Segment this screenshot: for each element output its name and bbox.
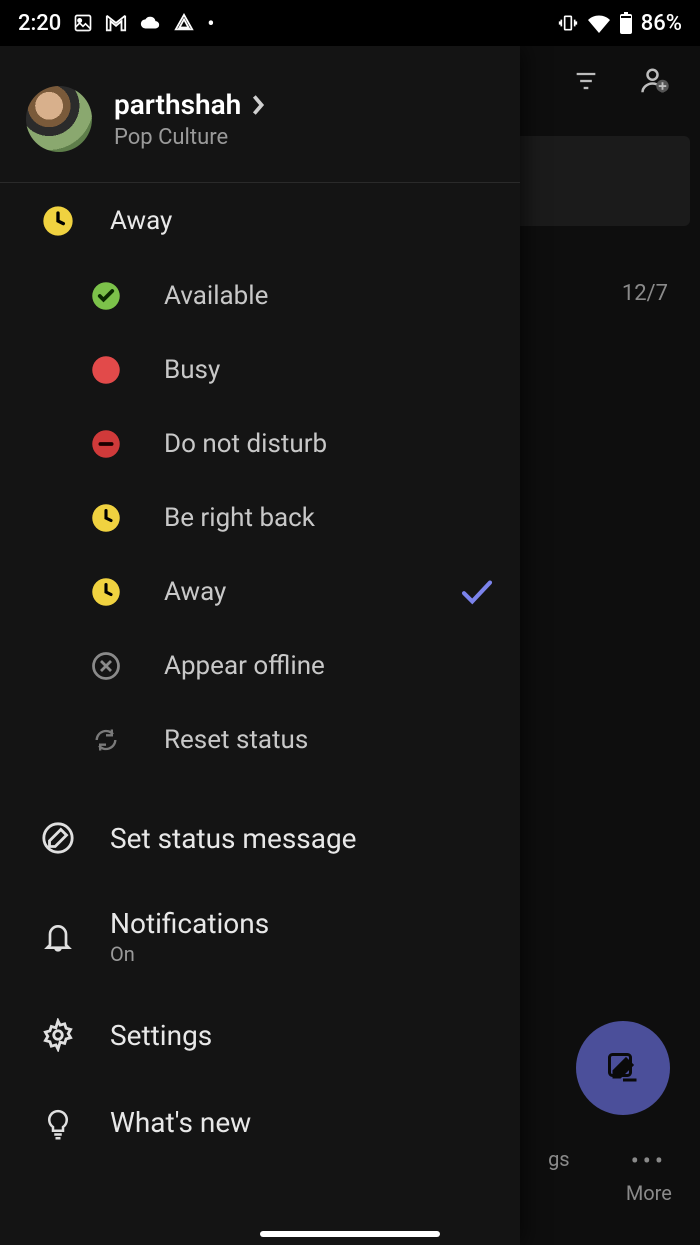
status-option-label: Be right back — [164, 503, 315, 533]
status-option-label: Away — [164, 577, 226, 607]
away-option-icon — [88, 577, 124, 607]
current-status-row[interactable]: Away — [0, 183, 520, 259]
menu-set-status-message[interactable]: Set status message — [0, 795, 520, 881]
status-option-label: Available — [164, 281, 268, 311]
more-dots-icon: ••• — [631, 1147, 667, 1175]
gear-icon — [40, 1018, 76, 1052]
gmail-icon — [105, 13, 127, 33]
wifi-icon — [587, 13, 611, 33]
image-notification-icon — [73, 13, 93, 33]
compose-fab[interactable] — [576, 1021, 670, 1115]
status-option-label: Reset status — [164, 725, 308, 755]
status-option-reset[interactable]: Reset status — [0, 703, 520, 777]
reset-icon — [88, 726, 124, 754]
battery-icon — [619, 12, 633, 34]
menu-settings[interactable]: Settings — [0, 992, 520, 1078]
away-icon — [40, 205, 76, 237]
tab-more[interactable]: ••• More — [626, 1147, 672, 1205]
menu-sublabel: On — [110, 942, 269, 966]
brb-icon — [88, 503, 124, 533]
tab-more-label: More — [626, 1181, 672, 1205]
status-option-brb[interactable]: Be right back — [0, 481, 520, 555]
add-contact-icon[interactable] — [640, 66, 670, 96]
chevron-right-icon — [251, 94, 265, 116]
menu-label: Notifications — [110, 907, 269, 940]
edit-status-icon — [40, 821, 76, 855]
status-option-dnd[interactable]: Do not disturb — [0, 407, 520, 481]
available-icon — [88, 281, 124, 311]
drive-icon — [173, 13, 195, 33]
status-option-label: Busy — [164, 355, 220, 385]
profile-header[interactable]: parthshah Pop Culture — [0, 46, 520, 183]
username: parthshah — [114, 88, 241, 121]
android-status-bar: 2:20 • 86% — [0, 0, 700, 46]
profile-subtitle: Pop Culture — [114, 125, 265, 150]
navigation-drawer: parthshah Pop Culture Away Available Bus… — [0, 46, 520, 1245]
home-indicator[interactable] — [260, 1231, 440, 1237]
battery-percent: 86% — [641, 11, 682, 36]
avatar — [26, 86, 92, 152]
menu-label: Settings — [110, 1019, 212, 1052]
status-time: 2:20 — [18, 11, 61, 36]
status-option-label: Do not disturb — [164, 429, 327, 459]
check-icon — [460, 579, 494, 605]
bulb-icon — [40, 1104, 76, 1140]
bottom-tabbar: gs ••• More — [520, 1147, 700, 1205]
tab-partial-label[interactable]: gs — [548, 1147, 570, 1205]
menu-whats-new[interactable]: What's new — [0, 1078, 520, 1166]
menu-label: Set status message — [110, 822, 357, 855]
vibrate-icon — [557, 13, 579, 33]
status-notification-icons: • — [73, 13, 214, 33]
status-option-busy[interactable]: Busy — [0, 333, 520, 407]
status-option-label: Appear offline — [164, 651, 325, 681]
menu-notifications[interactable]: Notifications On — [0, 881, 520, 992]
busy-icon — [88, 355, 124, 385]
offline-icon — [88, 651, 124, 681]
filter-icon[interactable] — [572, 67, 600, 95]
menu-label: What's new — [110, 1106, 251, 1139]
bell-icon — [40, 920, 76, 954]
current-status-label: Away — [110, 206, 172, 236]
status-option-available[interactable]: Available — [0, 259, 520, 333]
status-option-offline[interactable]: Appear offline — [0, 629, 520, 703]
dnd-icon — [88, 429, 124, 459]
cloud-icon — [139, 15, 161, 31]
more-dot-icon: • — [207, 13, 214, 33]
status-option-away[interactable]: Away — [0, 555, 520, 629]
